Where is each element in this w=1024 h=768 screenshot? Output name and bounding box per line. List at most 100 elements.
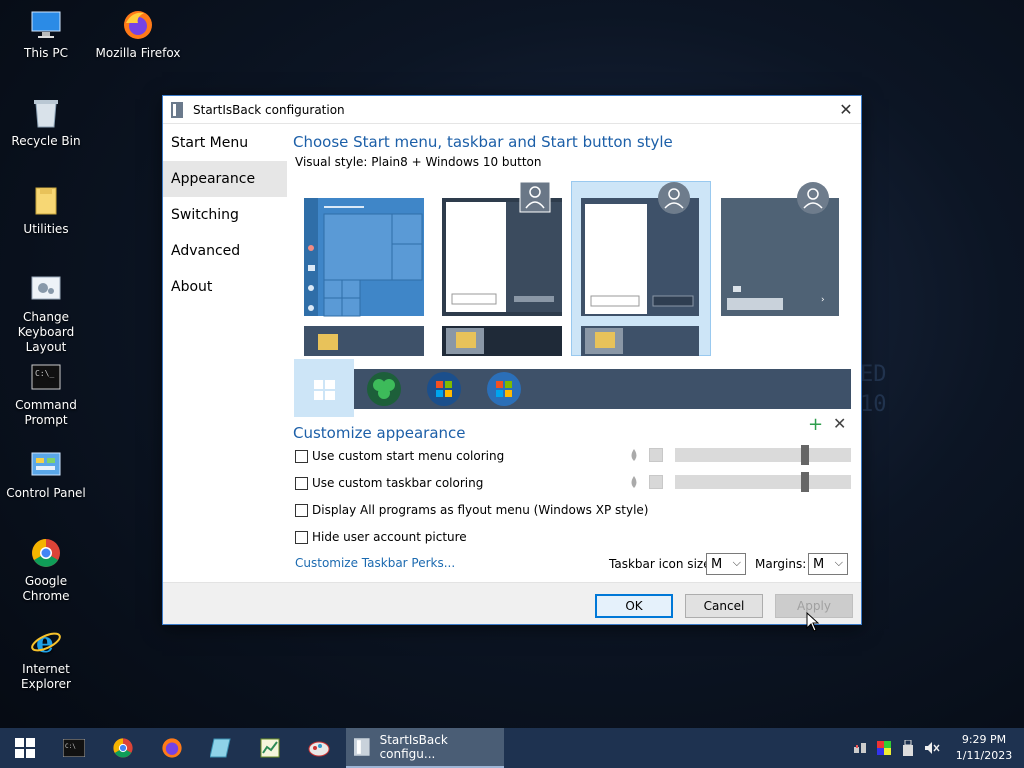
style-preview-windows10[interactable] (304, 198, 424, 359)
startisback-dialog: StartIsBack configuration ✕ Start Menu A… (162, 95, 862, 625)
taskbar-notepad[interactable] (196, 728, 245, 768)
start-button-clover[interactable] (366, 371, 402, 410)
taskbar-firefox[interactable] (147, 728, 196, 768)
clock-date: 1/11/2023 (955, 749, 1013, 762)
checkbox[interactable] (295, 476, 308, 490)
color-swatch[interactable] (649, 448, 663, 462)
margins-label: Margins: (755, 557, 807, 571)
nav-item-start-menu[interactable]: Start Menu (163, 125, 287, 161)
option-label: Hide user account picture (312, 530, 467, 544)
start-button[interactable] (0, 728, 49, 768)
slider-thumb[interactable] (801, 472, 809, 492)
desktop-icon-recycle-bin[interactable]: Recycle Bin (0, 96, 92, 149)
network-devices-icon[interactable] (848, 728, 872, 768)
taskbar-startisback-window[interactable]: StartIsBack configu... (346, 728, 504, 768)
desktop-icon-label: Utilities (23, 222, 69, 236)
system-tray: 9:29 PM 1/11/2023 (848, 728, 1024, 768)
computer-icon (29, 8, 63, 42)
color-drop-icon (629, 476, 639, 488)
command-prompt-icon: C:\_ (29, 360, 63, 394)
start-button-windows7-orb[interactable] (426, 371, 462, 410)
opacity-slider[interactable] (675, 445, 851, 465)
chevron-down-icon: ⌵ (732, 556, 741, 569)
checkbox[interactable] (295, 503, 308, 517)
appearance-panel: Choose Start menu, taskbar and Start but… (293, 125, 853, 169)
checkbox[interactable] (295, 449, 308, 463)
desktop-icon-firefox[interactable]: Mozilla Firefox (92, 8, 184, 61)
taskbar-icon-size-label: Taskbar icon size: (609, 557, 715, 571)
display-color-icon[interactable] (872, 728, 896, 768)
start-menu-color-controls (629, 445, 851, 465)
desktop-icon-google-chrome[interactable]: Google Chrome (0, 536, 92, 604)
desktop-icon-change-keyboard-layout[interactable]: Change Keyboard Layout (0, 272, 92, 355)
option-hide-user-picture[interactable]: Hide user account picture (295, 530, 467, 544)
taskbar-task-manager[interactable] (245, 728, 294, 768)
wallpaper-text: ED 10 (860, 362, 887, 417)
volume-muted-icon[interactable] (920, 728, 944, 768)
option-custom-taskbar-coloring[interactable]: Use custom taskbar coloring (295, 476, 483, 490)
taskbar-chrome[interactable] (98, 728, 147, 768)
cancel-button[interactable]: Cancel (685, 594, 763, 618)
start-button-windows10[interactable] (294, 359, 354, 417)
clock-time: 9:29 PM (961, 733, 1007, 746)
nav-item-switching[interactable]: Switching (163, 197, 287, 233)
desktop-icon-this-pc[interactable]: This PC (0, 8, 92, 61)
desktop-icon-label: Control Panel (6, 486, 86, 500)
desktop-icon-label: Mozilla Firefox (95, 46, 181, 60)
style-preview-windows7[interactable]: › (721, 182, 841, 319)
section-title: Choose Start menu, taskbar and Start but… (293, 133, 673, 151)
desktop-icon-internet-explorer[interactable]: e Internet Explorer (0, 624, 92, 692)
dialog-titlebar[interactable]: StartIsBack configuration ✕ (163, 96, 861, 124)
customize-appearance-title: Customize appearance (293, 424, 466, 442)
startisback-app-icon (171, 101, 185, 118)
desktop-icon-label: Command Prompt (15, 398, 77, 427)
nav-item-about[interactable]: About (163, 269, 287, 305)
select-value: M (813, 556, 825, 572)
svg-text:›: › (821, 295, 825, 305)
taskbar-command-prompt[interactable]: C:\ (49, 728, 98, 768)
desktop-icon-control-panel[interactable]: Control Panel (0, 448, 92, 501)
remove-icon[interactable]: ✕ (833, 414, 846, 433)
startisback-app-icon (354, 738, 370, 756)
nav-item-appearance[interactable]: Appearance (163, 161, 287, 197)
margins-select[interactable]: M ⌵ (808, 553, 848, 575)
desktop-icon-utilities[interactable]: Utilities (0, 184, 92, 237)
chevron-down-icon: ⌵ (834, 556, 843, 569)
checkbox[interactable] (295, 530, 308, 544)
usb-device-icon[interactable] (896, 728, 920, 768)
dialog-footer: OK Cancel Apply (163, 582, 861, 624)
control-panel-icon (29, 448, 63, 482)
svg-text:e: e (36, 626, 54, 657)
add-icon[interactable]: + (808, 414, 823, 435)
taskbar: C:\ StartIsBack configu... 9:29 PM 1/11/… (0, 728, 1024, 768)
clock[interactable]: 9:29 PM 1/11/2023 (944, 732, 1024, 764)
customize-taskbar-perks-link[interactable]: Customize Taskbar Perks... (295, 556, 455, 570)
chrome-icon (29, 536, 63, 570)
color-swatch[interactable] (649, 475, 663, 489)
option-label: Display All programs as flyout menu (Win… (312, 503, 649, 517)
taskbar-color-controls (629, 472, 851, 492)
mouse-cursor-icon (806, 611, 820, 635)
option-label: Use custom taskbar coloring (312, 476, 484, 490)
taskbar-icon-size-select[interactable]: M ⌵ (706, 553, 746, 575)
visual-style-label: Visual style: Plain8 + Windows 10 button (295, 155, 542, 169)
nav-item-advanced[interactable]: Advanced (163, 233, 287, 269)
keyboard-settings-icon (29, 272, 63, 306)
opacity-slider[interactable] (675, 472, 851, 492)
option-custom-start-menu-coloring[interactable]: Use custom start menu coloring (295, 449, 504, 463)
option-flyout-all-programs[interactable]: Display All programs as flyout menu (Win… (295, 503, 648, 517)
desktop-icon-command-prompt[interactable]: C:\_ Command Prompt (0, 360, 92, 428)
folder-icon (29, 184, 63, 218)
option-label: Use custom start menu coloring (312, 449, 505, 463)
ok-button[interactable]: OK (595, 594, 673, 618)
style-preview-plain8-selected[interactable] (581, 182, 701, 359)
close-icon[interactable]: ✕ (831, 96, 861, 124)
style-preview-plain8[interactable] (442, 181, 562, 359)
dialog-title: StartIsBack configuration (193, 102, 345, 117)
internet-explorer-icon: e (29, 624, 63, 658)
start-button-vista-orb[interactable] (486, 371, 522, 410)
taskbar-paint[interactable] (294, 728, 343, 768)
svg-text:C:\_: C:\_ (35, 369, 54, 378)
svg-text:C:\: C:\ (65, 743, 76, 750)
slider-thumb[interactable] (801, 445, 809, 465)
